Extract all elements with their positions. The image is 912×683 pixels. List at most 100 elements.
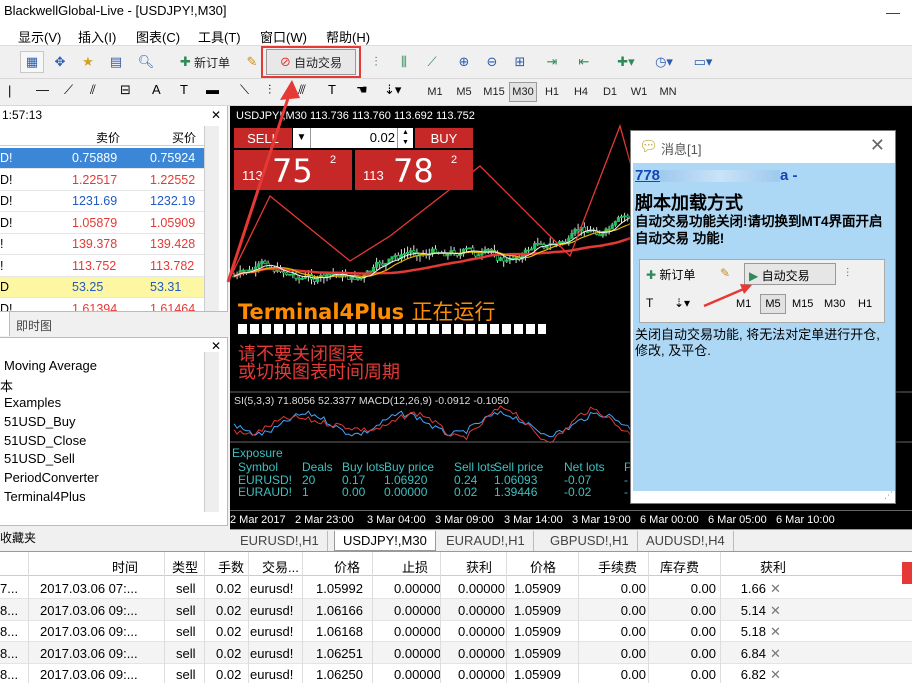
lot-spinner-icon[interactable]: ▲ ▼ xyxy=(397,128,413,148)
chart-tab[interactable]: GBPUSD!,H1 xyxy=(542,531,638,551)
hline-icon[interactable]: — xyxy=(36,82,49,97)
line-chart-icon[interactable]: ⟋ xyxy=(420,51,444,73)
col-ask[interactable]: 买价 xyxy=(172,129,196,146)
text-icon[interactable]: A xyxy=(152,82,161,97)
label-icon[interactable]: T xyxy=(180,82,188,97)
nav-item[interactable]: Terminal4Plus xyxy=(4,489,86,504)
new-chart-icon[interactable]: ▦ xyxy=(20,51,44,73)
market-watch-row[interactable]: ! 139.378 139.428 xyxy=(0,234,205,255)
nav-item[interactable]: 51USD_Sell xyxy=(4,451,75,466)
close-order-icon[interactable]: ✕ xyxy=(770,603,781,619)
market-watch-row[interactable]: D 53.25 53.31 xyxy=(0,277,205,298)
minimize-button[interactable]: — xyxy=(886,4,900,20)
tf-mn[interactable]: MN xyxy=(655,82,681,102)
meta-editor-icon[interactable]: ✎ xyxy=(241,51,263,73)
chart-tab[interactable]: EURUSD!,H1 xyxy=(232,531,328,551)
buy-price-box[interactable]: 113 78 2 xyxy=(355,150,473,190)
nav-item[interactable]: PeriodConverter xyxy=(4,470,99,485)
tf-d1[interactable]: D1 xyxy=(597,82,623,102)
chart-tab[interactable]: USDJPY!,M30 xyxy=(334,531,436,551)
table-row[interactable]: 8... 2017.03.06 09:... sell 0.02 eurusd! 1.06… xyxy=(0,663,912,683)
fibo-icon[interactable]: ⫽ xyxy=(90,82,96,98)
candle-icon[interactable]: ⫼ xyxy=(392,51,416,73)
tile-windows-icon[interactable]: ⊞ xyxy=(508,51,532,73)
tf-m15[interactable]: M15 xyxy=(480,82,508,102)
col-bid[interactable]: 卖价 xyxy=(96,129,120,146)
market-watch-row[interactable]: D! 1231.69 1232.19 xyxy=(0,191,205,212)
terminal-column-header[interactable]: 交易... xyxy=(262,557,299,576)
new-order-button[interactable]: ✚ 新订单 xyxy=(172,51,238,73)
menu-chart[interactable]: 图表(C) xyxy=(136,27,180,46)
trendline-icon[interactable]: ⟋ xyxy=(64,82,73,98)
menu-insert[interactable]: 插入(I) xyxy=(78,27,116,46)
bar-chart-icon[interactable]: ⫶ xyxy=(364,51,388,73)
sell-button[interactable]: SELL xyxy=(234,128,292,148)
menu-view[interactable]: 显示(V) xyxy=(18,27,61,46)
menu-help[interactable]: 帮助(H) xyxy=(326,27,370,46)
terminal-column-header[interactable]: 类型 xyxy=(172,557,198,576)
navigator-scrollbar[interactable] xyxy=(204,352,219,512)
nav-item[interactable]: Moving Average xyxy=(4,358,97,373)
periods-icon[interactable]: ◷▾ xyxy=(648,51,680,73)
terminal-column-header[interactable]: 价格 xyxy=(530,557,556,576)
terminal-column-header[interactable]: 手数 xyxy=(218,557,244,576)
indicators-icon[interactable]: ✚▾ xyxy=(610,51,642,73)
thumb-icon[interactable]: ☚ xyxy=(356,82,368,98)
fibo-fan-icon[interactable]: ⫻ xyxy=(298,82,306,98)
chart-tab[interactable]: AUDUSD!,H4 xyxy=(638,531,734,551)
arrows-icon[interactable]: ⇣▾ xyxy=(384,82,401,98)
terminal-column-header[interactable]: 价格 xyxy=(334,557,360,576)
navigator-icon[interactable]: ▤ xyxy=(104,51,128,73)
market-watch-row[interactable]: D! 1.22517 1.22552 xyxy=(0,170,205,191)
close-order-icon[interactable]: ✕ xyxy=(770,667,781,683)
menu-window[interactable]: 窗口(W) xyxy=(260,27,307,46)
rect-icon[interactable]: ▬ xyxy=(206,82,219,97)
chart-shift-icon[interactable]: ⇤ xyxy=(572,51,596,73)
terminal-column-header[interactable]: 获利 xyxy=(760,557,786,576)
favorites-icon[interactable]: ★ xyxy=(76,51,100,73)
tab-tick-chart[interactable]: 即时图 xyxy=(10,315,68,336)
resize-grip-icon[interactable]: ⋰ xyxy=(884,490,893,501)
tf-m5[interactable]: M5 xyxy=(451,82,477,102)
table-row[interactable]: 8... 2017.03.06 09:... sell 0.02 eurusd! 1.06… xyxy=(0,641,912,664)
tab-symbols[interactable] xyxy=(0,312,10,336)
nav-item[interactable]: 51USD_Close xyxy=(4,433,86,448)
crosshair-icon[interactable]: ✥ xyxy=(48,51,72,73)
terminal-column-header[interactable]: 手续费 xyxy=(598,557,637,576)
pitchfork-icon[interactable]: ⫶ xyxy=(268,82,271,98)
close-order-icon[interactable]: ✕ xyxy=(770,624,781,640)
tf-m1[interactable]: M1 xyxy=(422,82,448,102)
terminal-column-header[interactable]: 时间 xyxy=(112,557,138,576)
label-t-icon[interactable]: T xyxy=(328,82,336,97)
lot-dropdown-icon[interactable]: ▼ xyxy=(293,128,311,148)
popup-link[interactable]: 778 a - xyxy=(635,167,798,184)
tf-m30[interactable]: M30 xyxy=(509,82,537,102)
templates-icon[interactable]: ▭▾ xyxy=(686,51,720,73)
nav-item[interactable]: Examples xyxy=(4,395,61,410)
close-icon[interactable]: ✕ xyxy=(211,108,221,122)
market-watch-scrollbar[interactable] xyxy=(204,126,219,321)
tab-favorites[interactable]: 收藏夹 xyxy=(0,529,36,546)
close-order-icon[interactable]: ✕ xyxy=(770,581,781,597)
table-row[interactable]: 7... 2017.03.06 07:... sell 0.02 eurusd! 1.05… xyxy=(0,577,912,599)
close-icon[interactable]: ✕ xyxy=(211,339,221,353)
market-watch-row[interactable]: D! 1.05879 1.05909 xyxy=(0,213,205,234)
cursor-icon[interactable]: | xyxy=(8,83,11,98)
tf-h1[interactable]: H1 xyxy=(539,82,565,102)
zoom-out-icon[interactable]: ⊖ xyxy=(480,51,504,73)
autoscroll-icon[interactable]: ⇥ xyxy=(540,51,564,73)
terminal-column-header[interactable]: 库存费 xyxy=(660,557,699,576)
chart-tab[interactable]: EURAUD!,H1 xyxy=(438,531,534,551)
table-row[interactable]: 8... 2017.03.06 09:... sell 0.02 eurusd! 1.06… xyxy=(0,620,912,642)
market-watch-row[interactable]: ! 113.752 113.782 xyxy=(0,256,205,277)
terminal-column-header[interactable]: 获利 xyxy=(466,557,492,576)
table-row[interactable]: 8... 2017.03.06 09:... sell 0.02 eurusd! 1.06… xyxy=(0,598,912,621)
menu-tools[interactable]: 工具(T) xyxy=(198,27,241,46)
gann-icon[interactable]: ⊟ xyxy=(120,82,131,98)
close-order-icon[interactable]: ✕ xyxy=(770,646,781,662)
tf-h4[interactable]: H4 xyxy=(568,82,594,102)
arrow-line-icon[interactable]: ⟍ xyxy=(240,82,249,98)
terminal-column-header[interactable]: 止损 xyxy=(402,557,428,576)
close-icon[interactable]: ✕ xyxy=(870,135,885,156)
tf-w1[interactable]: W1 xyxy=(626,82,652,102)
